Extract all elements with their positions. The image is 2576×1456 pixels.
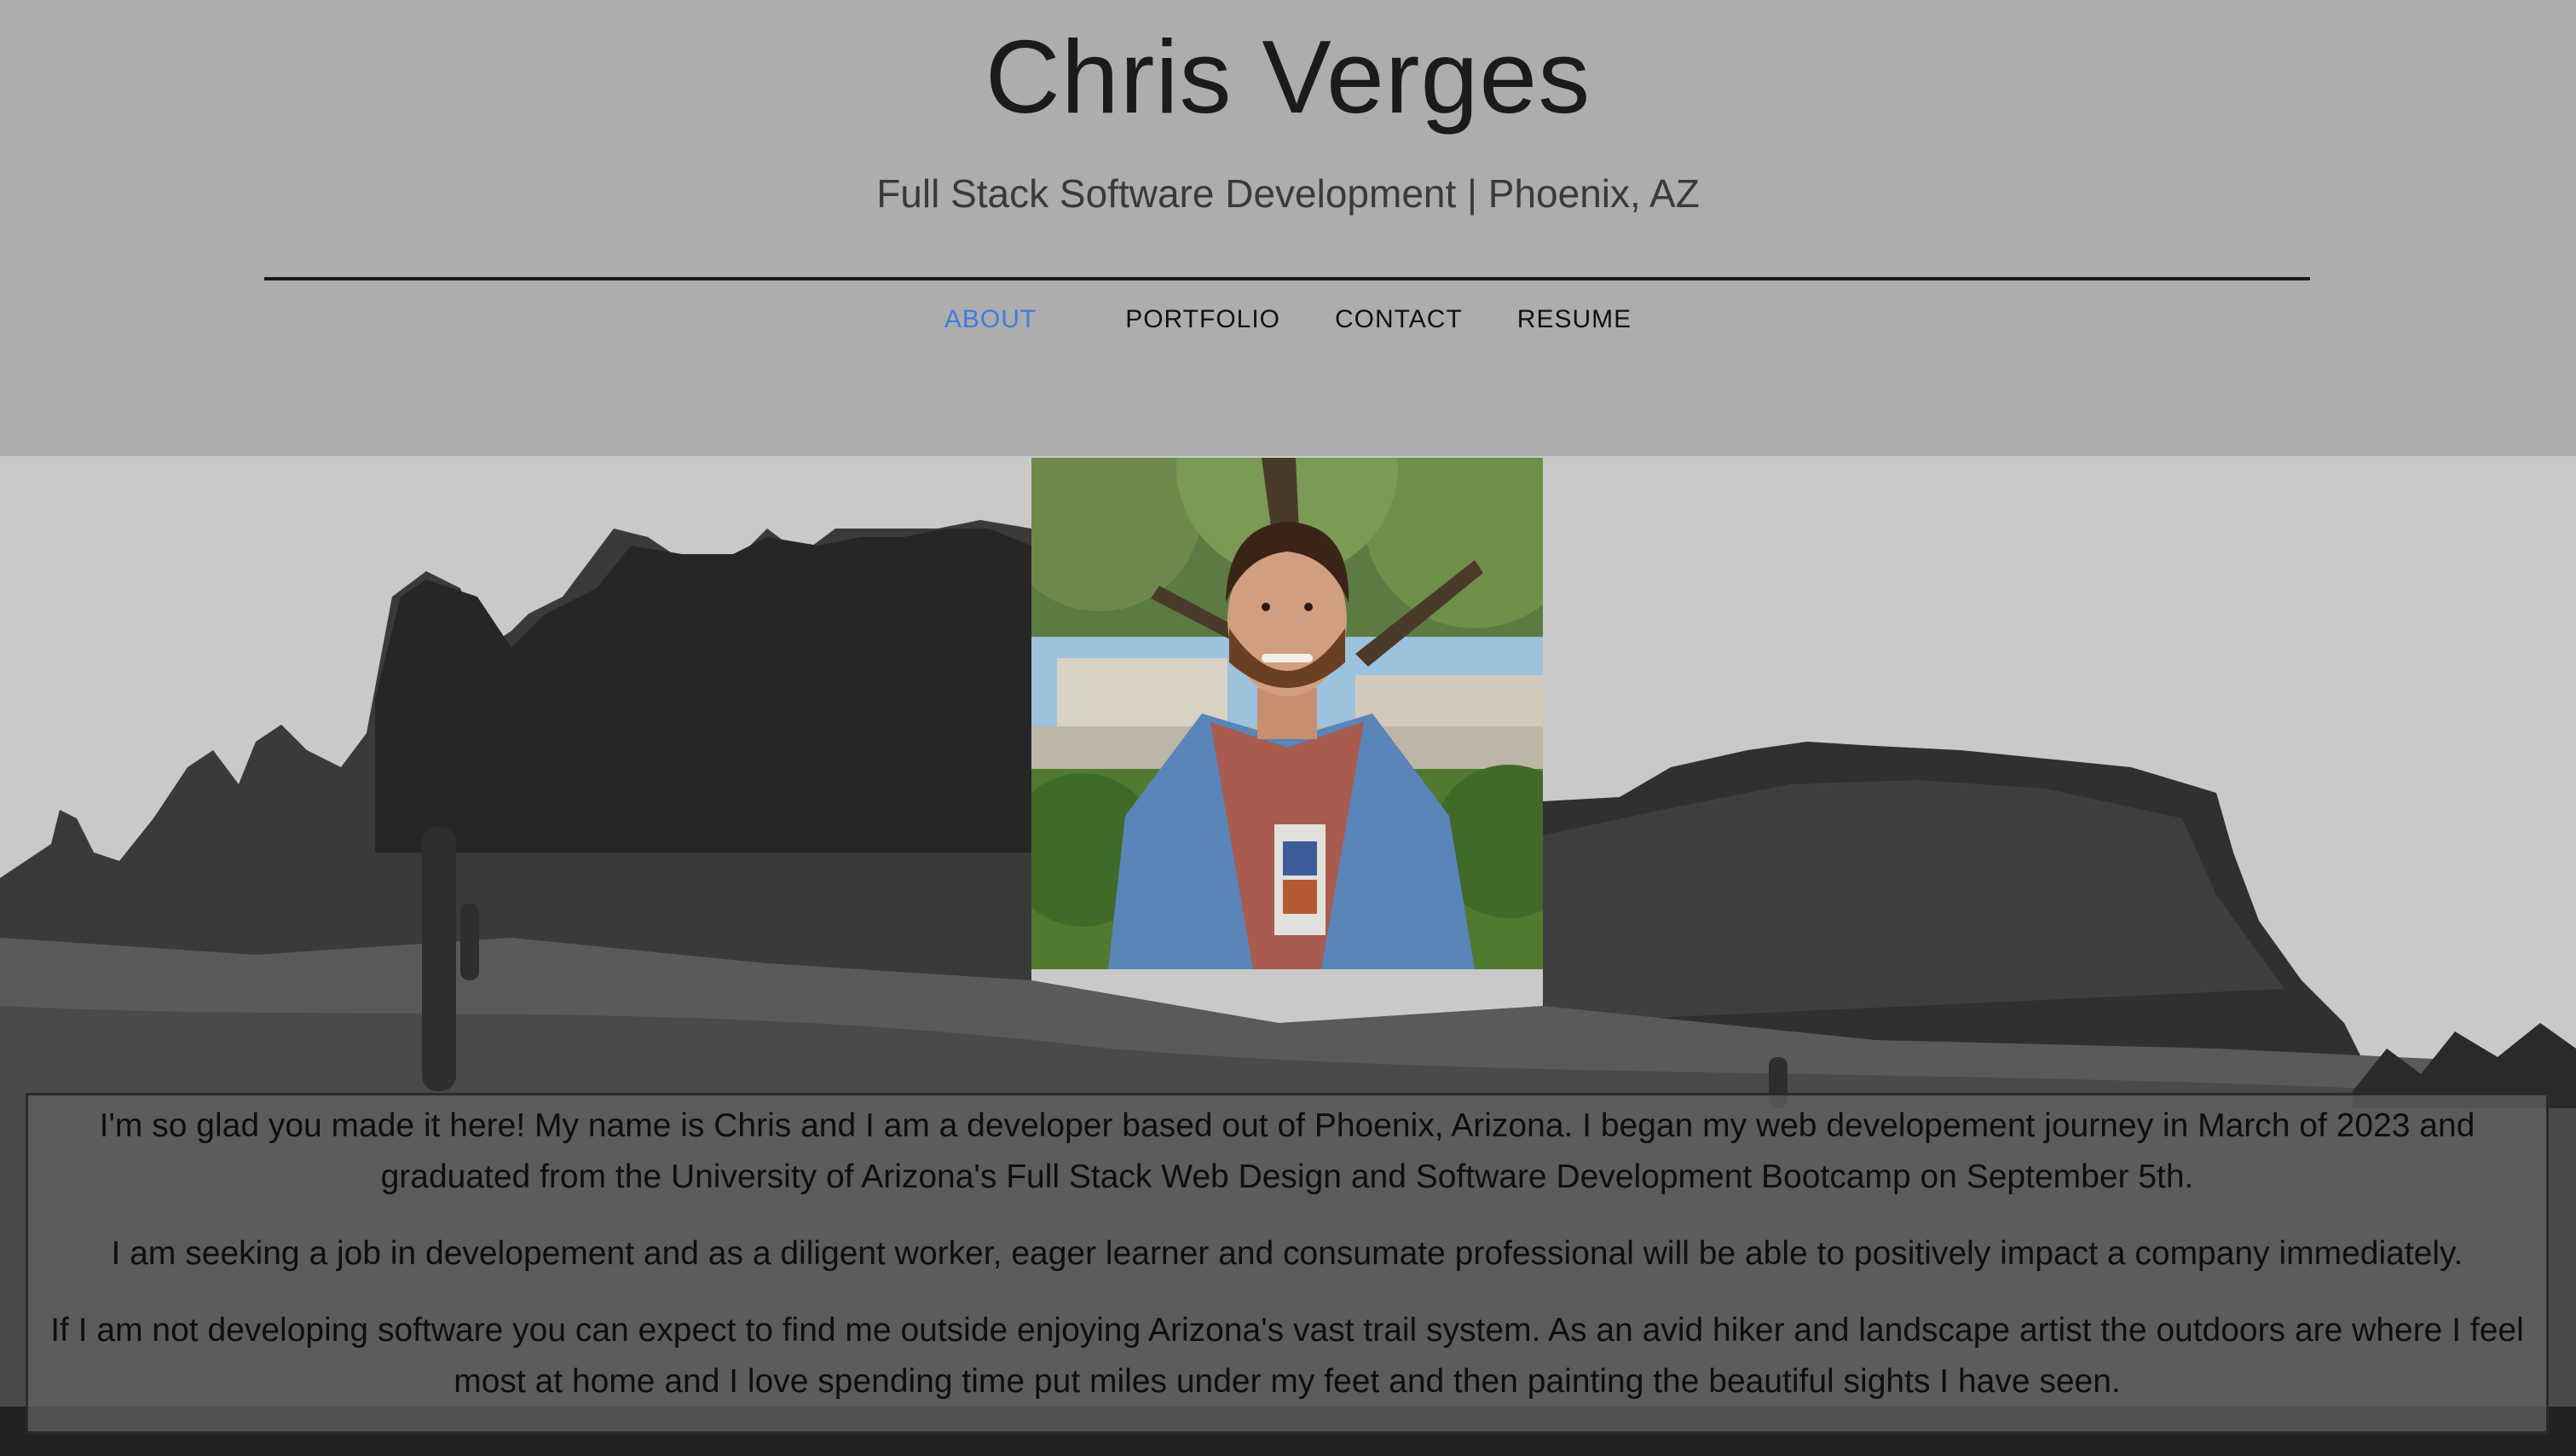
about-section: I'm so glad you made it here! My name is… xyxy=(26,1093,2549,1434)
profile-photo xyxy=(1031,458,1543,969)
nav-about[interactable]: ABOUT xyxy=(917,305,1098,334)
nav-portfolio[interactable]: PORTFOLIO xyxy=(1098,305,1308,334)
about-paragraph-1: I'm so glad you made it here! My name is… xyxy=(99,1107,2475,1195)
main-nav: ABOUT PORTFOLIO CONTACT RESUME xyxy=(0,305,2576,334)
site-header: Chris Verges Full Stack Software Develop… xyxy=(0,0,2576,456)
about-paragraph-3: If I am not developing software you can … xyxy=(50,1312,2524,1400)
nav-resume[interactable]: RESUME xyxy=(1490,305,1659,334)
about-paragraph-2: I am seeking a job in developement and a… xyxy=(111,1235,2463,1272)
site-title: Chris Verges xyxy=(985,19,1591,135)
profile-photo-illustration xyxy=(1031,458,1543,969)
header-divider xyxy=(264,277,2310,280)
nav-contact[interactable]: CONTACT xyxy=(1308,305,1490,334)
site-subtitle: Full Stack Software Development | Phoeni… xyxy=(876,171,1700,216)
